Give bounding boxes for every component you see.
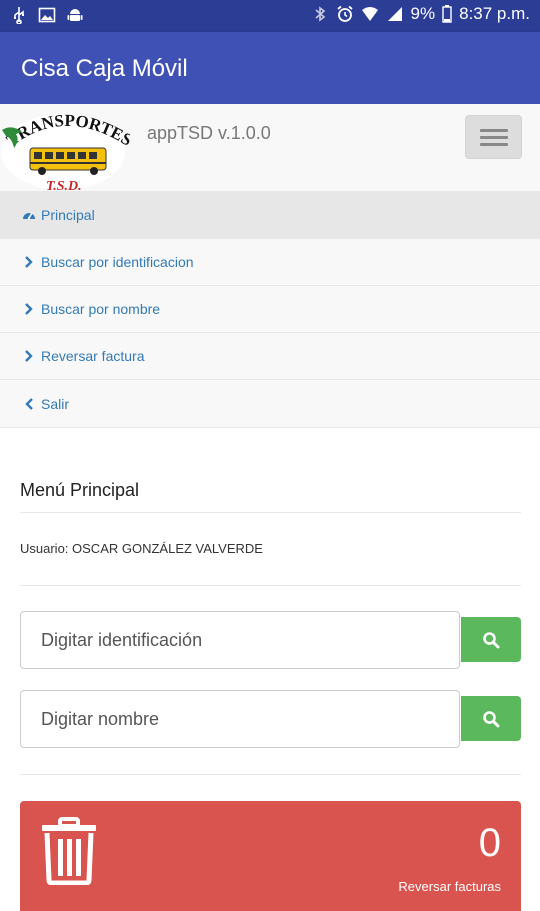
nav-item-salir[interactable]: Salir — [0, 380, 540, 427]
nav-menu: Principal Buscar por identificacion Busc… — [0, 192, 540, 428]
nav-item-principal[interactable]: Principal — [0, 192, 540, 239]
signal-icon — [387, 7, 402, 21]
nav-item-reversar-factura[interactable]: Reversar factura — [0, 333, 540, 380]
usb-icon — [14, 7, 24, 24]
divider — [20, 585, 521, 586]
nav-item-label: Buscar por nombre — [41, 301, 161, 317]
wifi-icon — [361, 7, 378, 21]
logo-text-bottom: T.S.D. — [46, 179, 82, 192]
search-icon — [483, 631, 500, 648]
image-icon — [38, 7, 56, 23]
search-name-group: Digitar nombre — [20, 690, 521, 748]
nav-item-label: Principal — [41, 207, 95, 223]
bluetooth-icon — [315, 6, 325, 22]
app-bar: Cisa Caja Móvil — [0, 32, 540, 104]
search-id-group: Digitar identificación — [20, 611, 521, 669]
battery-icon — [442, 5, 452, 23]
app-version[interactable]: appTSD v.1.0.0 — [147, 123, 271, 144]
android-icon — [67, 9, 83, 21]
user-label: Usuario: OSCAR GONZÁLEZ VALVERDE — [20, 541, 263, 556]
chevron-right-icon — [21, 349, 37, 363]
battery-percent: 9% — [410, 4, 436, 23]
nav-item-label: Salir — [41, 395, 70, 412]
nav-item-label: Reversar factura — [41, 348, 145, 364]
transportes-tsd-logo[interactable]: TRANSPORTES T.S.D. — [0, 110, 130, 192]
page-title: Menú Principal — [20, 480, 140, 500]
clock: 8:37 p.m. — [459, 4, 530, 23]
chevron-right-icon — [21, 302, 37, 316]
reversar-facturas-panel[interactable]: 0 Reversar facturas — [20, 801, 521, 911]
chevron-right-icon — [21, 255, 37, 269]
nav-item-buscar-nombre[interactable]: Buscar por nombre — [0, 286, 540, 333]
search-id-button[interactable] — [461, 617, 521, 662]
nav-item-buscar-identificacion[interactable]: Buscar por identificacion — [0, 239, 540, 286]
chevron-left-icon — [21, 397, 37, 411]
app-title: Cisa Caja Móvil — [21, 55, 188, 82]
divider — [20, 774, 521, 775]
nav-item-label: Buscar por identificacion — [41, 254, 194, 270]
name-input[interactable]: Digitar nombre — [20, 690, 460, 748]
panel-label: Reversar facturas — [398, 879, 501, 894]
alarm-icon — [336, 5, 353, 22]
panel-count: 0 — [478, 821, 501, 865]
identification-input[interactable]: Digitar identificación — [20, 611, 460, 669]
trash-icon — [42, 817, 96, 885]
hamburger-icon — [480, 129, 508, 132]
status-bar: 9% 8:37 p.m. — [0, 0, 540, 32]
divider — [20, 512, 521, 513]
navbar-header: TRANSPORTES T.S.D. appTSD v.1.0.0 — [0, 104, 540, 192]
search-icon — [483, 710, 500, 727]
dashboard-icon — [21, 208, 37, 222]
search-name-button[interactable] — [461, 696, 521, 741]
menu-toggle-button[interactable] — [465, 115, 522, 159]
